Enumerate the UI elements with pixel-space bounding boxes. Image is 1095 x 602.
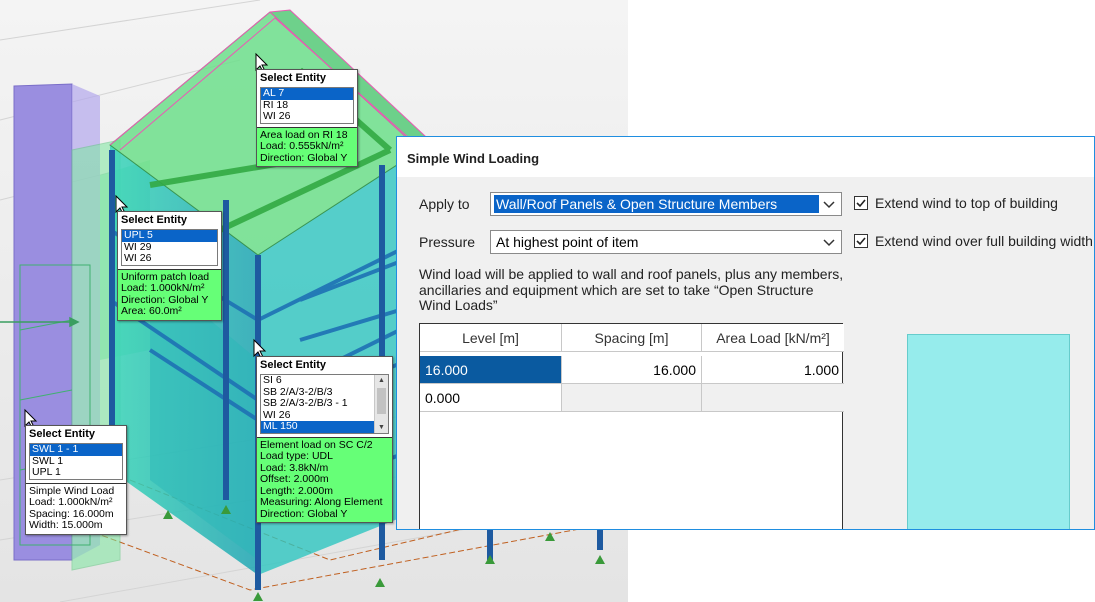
pressure-label: Pressure (419, 234, 476, 250)
scroll-up-icon[interactable]: ▲ (375, 375, 388, 386)
dialog-title: Simple Wind Loading (407, 151, 540, 166)
popup-header: Select Entity (260, 359, 327, 371)
popup-header: Select Entity (121, 214, 188, 226)
simple-wind-loading-dialog: Simple Wind Loading Apply to Wall/Roof P… (396, 136, 1095, 530)
level-table[interactable]: Level [m] Spacing [m] Area Load [kN/m²] … (419, 323, 844, 529)
table-row[interactable]: 16.000 16.000 1.000 (420, 356, 844, 384)
entity-item-upl-1[interactable]: UPL 1 (30, 466, 122, 479)
entity-info: Simple Wind Load Load: 1.000kN/m² Spacin… (26, 482, 126, 534)
wind-load-note: Wind load will be applied to wall and ro… (419, 266, 844, 313)
chevron-down-icon[interactable] (822, 197, 836, 211)
popup-header: Select Entity (29, 428, 96, 440)
column-header-level[interactable]: Level [m] (420, 324, 562, 352)
info-line: Load: 0.555kN/m² (260, 140, 344, 152)
entity-item-ml-150[interactable]: ML 150 (261, 420, 374, 433)
entity-item-wi-26[interactable]: WI 26 (122, 252, 217, 265)
entity-info: Uniform patch load Load: 1.000kN/m² Dire… (118, 268, 221, 320)
entity-list[interactable]: SWL 1 - 1 SWL 1 UPL 1 (29, 443, 123, 480)
column-header-area-load[interactable]: Area Load [kN/m²] (702, 324, 844, 352)
column-header-spacing[interactable]: Spacing [m] (562, 324, 702, 352)
cell-area-load[interactable]: 1.000 (702, 356, 844, 384)
scroll-down-icon[interactable]: ▼ (375, 422, 388, 433)
select-entity-popup-roof: Select Entity AL 7 RI 18 WI 26 Area load… (256, 69, 358, 167)
wind-profile-preview (907, 334, 1070, 529)
checkmark-icon (856, 199, 866, 208)
entity-item-wi-26[interactable]: WI 26 (261, 110, 353, 123)
cell-spacing[interactable]: 16.000 (562, 356, 702, 384)
entity-info: Element load on SC C/2 Load type: UDL Lo… (257, 436, 392, 522)
dialog-title-bar[interactable]: Simple Wind Loading (397, 137, 1094, 177)
entity-list[interactable]: UPL 5 WI 29 WI 26 (121, 229, 218, 266)
cell-area-load (702, 384, 844, 412)
extend-full-label[interactable]: Extend wind over full building width (875, 233, 1093, 249)
entity-item-upl-5[interactable]: UPL 5 (122, 229, 217, 242)
entity-item-si-6[interactable]: SI 6 (261, 374, 388, 387)
extend-top-checkbox[interactable] (854, 196, 868, 210)
info-line: Width: 15.000m (29, 519, 103, 531)
info-line: Measuring: Along Element (260, 496, 383, 508)
scroll-thumb[interactable] (377, 388, 386, 414)
apply-to-dropdown[interactable]: Wall/Roof Panels & Open Structure Member… (490, 192, 842, 216)
cell-level[interactable]: 0.000 (420, 384, 562, 412)
entity-list[interactable]: AL 7 RI 18 WI 26 (260, 87, 354, 124)
entity-item-swl-1-1[interactable]: SWL 1 - 1 (30, 443, 122, 456)
select-entity-popup-element: Select Entity SI 6 SB 2/A/3-2/B/3 SB 2/A… (256, 356, 393, 523)
entity-item-sb-2[interactable]: SB 2/A/3-2/B/3 - 1 (261, 397, 388, 410)
select-entity-popup-wind: Select Entity SWL 1 - 1 SWL 1 UPL 1 Simp… (25, 425, 127, 535)
table-header-row: Level [m] Spacing [m] Area Load [kN/m²] (420, 324, 844, 352)
info-line: Direction: Global Y (260, 151, 348, 164)
cell-level[interactable]: 16.000 (420, 356, 562, 384)
entity-item-al-7[interactable]: AL 7 (261, 87, 353, 100)
cell-spacing (562, 384, 702, 412)
apply-to-value: Wall/Roof Panels & Open Structure Member… (494, 195, 819, 213)
pressure-value: At highest point of item (496, 234, 639, 250)
pressure-dropdown[interactable]: At highest point of item (490, 230, 842, 254)
entity-info: Area load on RI 18 Load: 0.555kN/m² Dire… (257, 126, 357, 166)
select-entity-popup-patch: Select Entity UPL 5 WI 29 WI 26 Uniform … (117, 211, 222, 321)
info-line: Load: 1.000kN/m² (121, 282, 205, 294)
extend-top-label[interactable]: Extend wind to top of building (875, 195, 1058, 211)
entity-list[interactable]: SI 6 SB 2/A/3-2/B/3 SB 2/A/3-2/B/3 - 1 W… (260, 374, 389, 434)
info-line: Offset: 2.000m (260, 473, 329, 485)
apply-to-label: Apply to (419, 196, 470, 212)
extend-full-checkbox[interactable] (854, 234, 868, 248)
info-line: Load type: UDL (260, 450, 333, 462)
popup-header: Select Entity (260, 72, 327, 84)
info-line: Area: 60.0m² (121, 305, 182, 317)
info-line: Load: 1.000kN/m² (29, 496, 113, 508)
checkmark-icon (856, 237, 866, 246)
list-scrollbar[interactable]: ▲ ▼ (374, 375, 388, 433)
chevron-down-icon[interactable] (822, 235, 836, 249)
info-line: Direction: Global Y (260, 507, 348, 520)
table-row[interactable]: 0.000 (420, 384, 844, 412)
